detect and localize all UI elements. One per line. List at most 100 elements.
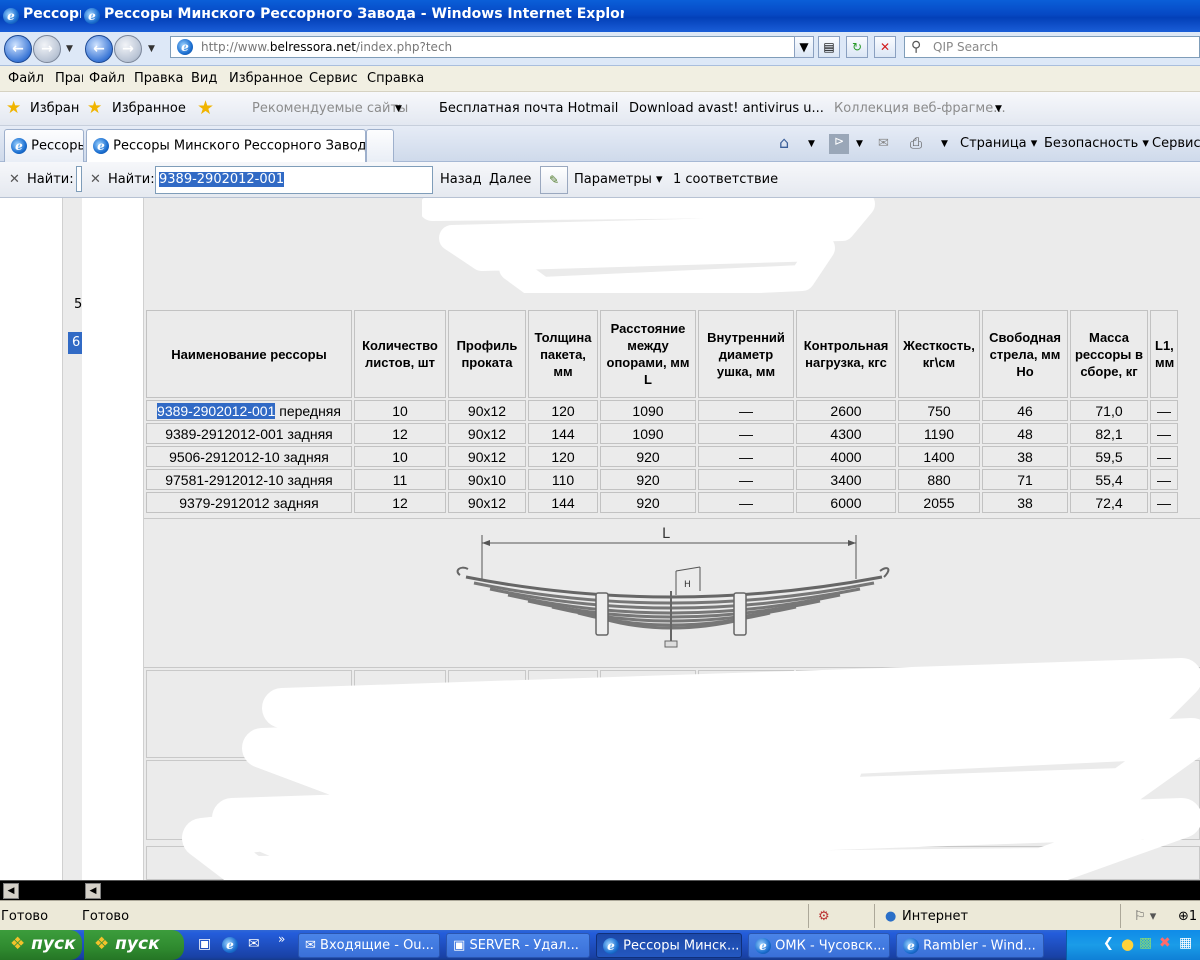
find-options-label: Параметры [574, 172, 652, 187]
menu-edit[interactable]: Правка [134, 71, 183, 86]
refresh-icon[interactable]: ↻ [846, 36, 868, 58]
chevron-down-icon[interactable]: ▼ [808, 139, 815, 149]
taskbar-button[interactable]: ▣ SERVER - Удал... [446, 933, 590, 958]
find-input-back[interactable] [76, 166, 82, 192]
favorites-button[interactable]: Избранное [112, 101, 186, 116]
status-text-back: Готово [1, 909, 49, 924]
col-mass: Масса рессоры в сборе, кг [1070, 310, 1148, 398]
mail-icon[interactable]: ✉ [878, 136, 889, 151]
table-cell: — [1150, 446, 1178, 467]
outlook-quicklaunch-icon[interactable]: ✉ [248, 936, 260, 952]
favorites-button-back[interactable]: Избранн [30, 101, 80, 116]
chevron-down-icon[interactable]: ▼ [856, 139, 863, 149]
scroll-left-button[interactable]: ◀ [85, 883, 101, 899]
table-cell: 46 [982, 400, 1068, 421]
fav-link-hotmail[interactable]: Бесплатная почта Hotmail [439, 101, 618, 116]
find-result-count: 1 соответствие [673, 172, 779, 187]
tray-network-icon[interactable]: ▩ [1139, 935, 1152, 951]
security-menu-button[interactable]: Безопасность ▾ [1044, 136, 1149, 151]
ie-icon: e [93, 138, 109, 154]
col-thickness: Толщина пакета, мм [528, 310, 598, 398]
quicklaunch-more-icon[interactable]: » [278, 932, 285, 946]
table-cell: 920 [600, 469, 696, 490]
menu-file-back[interactable]: Файл [8, 71, 44, 86]
history-dropdown[interactable]: ▼ [148, 44, 155, 54]
find-input[interactable]: 9389-2902012-001 [155, 166, 433, 194]
add-favorite-icon[interactable]: ★ [197, 97, 214, 119]
table-cell: 10 [354, 400, 446, 421]
home-icon[interactable]: ⌂ [779, 133, 789, 152]
menu-tools[interactable]: Сервис [309, 71, 358, 86]
taskbar-button[interactable]: e ОМК - Чусовск... [748, 933, 890, 958]
scroll-left-button-back[interactable]: ◀ [3, 883, 19, 899]
stop-icon[interactable]: ✕ [874, 36, 896, 58]
spring-code: 9506-2912012-10 [169, 448, 280, 465]
taskbar-button[interactable]: e Rambler - Wind... [896, 933, 1044, 958]
find-prev-button[interactable]: Назад [440, 172, 482, 187]
title-bar[interactable]: e Рессоры e Рессоры Минского Рессорного … [0, 0, 1200, 32]
start-button[interactable]: ❖ пуск [84, 930, 184, 960]
highlight-pencil-icon[interactable]: ✎ [540, 166, 568, 194]
chevron-down-icon[interactable]: ▼ [66, 44, 73, 54]
find-options-button[interactable]: Параметры ▾ [574, 172, 663, 187]
ie-quicklaunch-icon[interactable]: e [222, 937, 238, 953]
tools-menu-button[interactable]: Сервис [1152, 136, 1200, 151]
horizontal-scrollbar[interactable]: ◀ ◀ [0, 880, 1200, 900]
favorites-bar: ★ Избранн ★ Избранное ★ e Рекомендуемые … [0, 92, 1200, 209]
leaf-spring-diagram: L H [456, 526, 890, 648]
compatibility-icon[interactable]: ▤ [818, 36, 840, 58]
find-next-button[interactable]: Далее [489, 172, 531, 187]
back-button[interactable]: ← [85, 35, 113, 63]
tray-shield-icon[interactable]: ● [1121, 935, 1134, 953]
start-button-back[interactable]: ❖ пуск [0, 930, 82, 960]
address-field[interactable]: e http://www.belressora.net/index.php?te… [170, 36, 814, 58]
zoom-level[interactable]: ⊕1 [1178, 909, 1197, 924]
table-cell: 880 [898, 469, 980, 490]
chevron-down-icon[interactable]: ▼ [995, 104, 1002, 114]
fav-link-avast[interactable]: Download avast! antivirus u... [629, 101, 824, 116]
page-menu-button[interactable]: Страница ▾ [960, 136, 1037, 151]
menu-favorites[interactable]: Избранное [229, 71, 303, 86]
back-button-back[interactable]: ← [4, 35, 32, 63]
taskbar-button-active[interactable]: e Рессоры Минск... [596, 933, 742, 958]
spring-code: 9379-2912012 [179, 494, 270, 511]
taskbar-button-label: Rambler - Wind... [923, 938, 1036, 954]
menu-edit-back[interactable]: Прав [55, 71, 83, 86]
table-cell: 82,1 [1070, 423, 1148, 444]
back-page-mark: 5 [66, 294, 82, 316]
close-find-icon-back[interactable]: ✕ [9, 172, 20, 187]
table-cell: 72,4 [1070, 492, 1148, 513]
ie-icon: e [11, 138, 27, 154]
print-icon[interactable]: ⎙ [910, 134, 922, 152]
search-input[interactable]: ⚲ QIP Search [904, 36, 1200, 58]
protected-mode-icon[interactable]: ⚐ ▾ [1134, 909, 1156, 924]
rss-icon[interactable]: ⊳ [829, 134, 849, 154]
chevron-down-icon[interactable]: ▼ [941, 139, 948, 149]
col-camber: Свободная стрела, мм Но [982, 310, 1068, 398]
privacy-icon[interactable]: ⚙ [818, 909, 830, 924]
table-cell: 920 [600, 446, 696, 467]
show-desktop-icon[interactable]: ▣ [198, 936, 211, 952]
new-tab-button[interactable] [366, 129, 394, 162]
fav-link-recommended[interactable]: Рекомендуемые сайты [252, 101, 408, 116]
menu-file[interactable]: Файл [89, 71, 125, 86]
tab-back[interactable]: e Рессоры [4, 129, 84, 162]
taskbar-button[interactable]: ✉ Входящие - Ou... [298, 933, 440, 958]
fav-link-webslices[interactable]: Коллекция веб-фрагме... [834, 101, 1006, 116]
forward-button[interactable]: → [114, 35, 142, 63]
tray-expand-icon[interactable]: ❮ [1103, 936, 1114, 951]
tab-active[interactable]: e Рессоры Минского Рессорного Завода [86, 129, 366, 162]
url-path: /index.php?tech [355, 40, 453, 54]
tray-alert-icon[interactable]: ✖ [1159, 935, 1171, 951]
close-find-icon[interactable]: ✕ [90, 172, 101, 187]
forward-button-back[interactable]: → [33, 35, 61, 63]
menu-help[interactable]: Справка [367, 71, 424, 86]
scroll-track-back[interactable] [22, 883, 80, 899]
tray-app-icon[interactable]: ▦ [1179, 935, 1192, 951]
dimension-label-H: H [684, 580, 691, 590]
menu-view[interactable]: Вид [191, 71, 217, 86]
chevron-down-icon[interactable]: ▼ [395, 104, 402, 114]
internet-zone-icon: ● [885, 909, 897, 924]
address-dropdown-button[interactable]: ▼ [794, 36, 814, 58]
window-title: Рессоры Минского Рессорного Завода - Win… [104, 6, 624, 22]
